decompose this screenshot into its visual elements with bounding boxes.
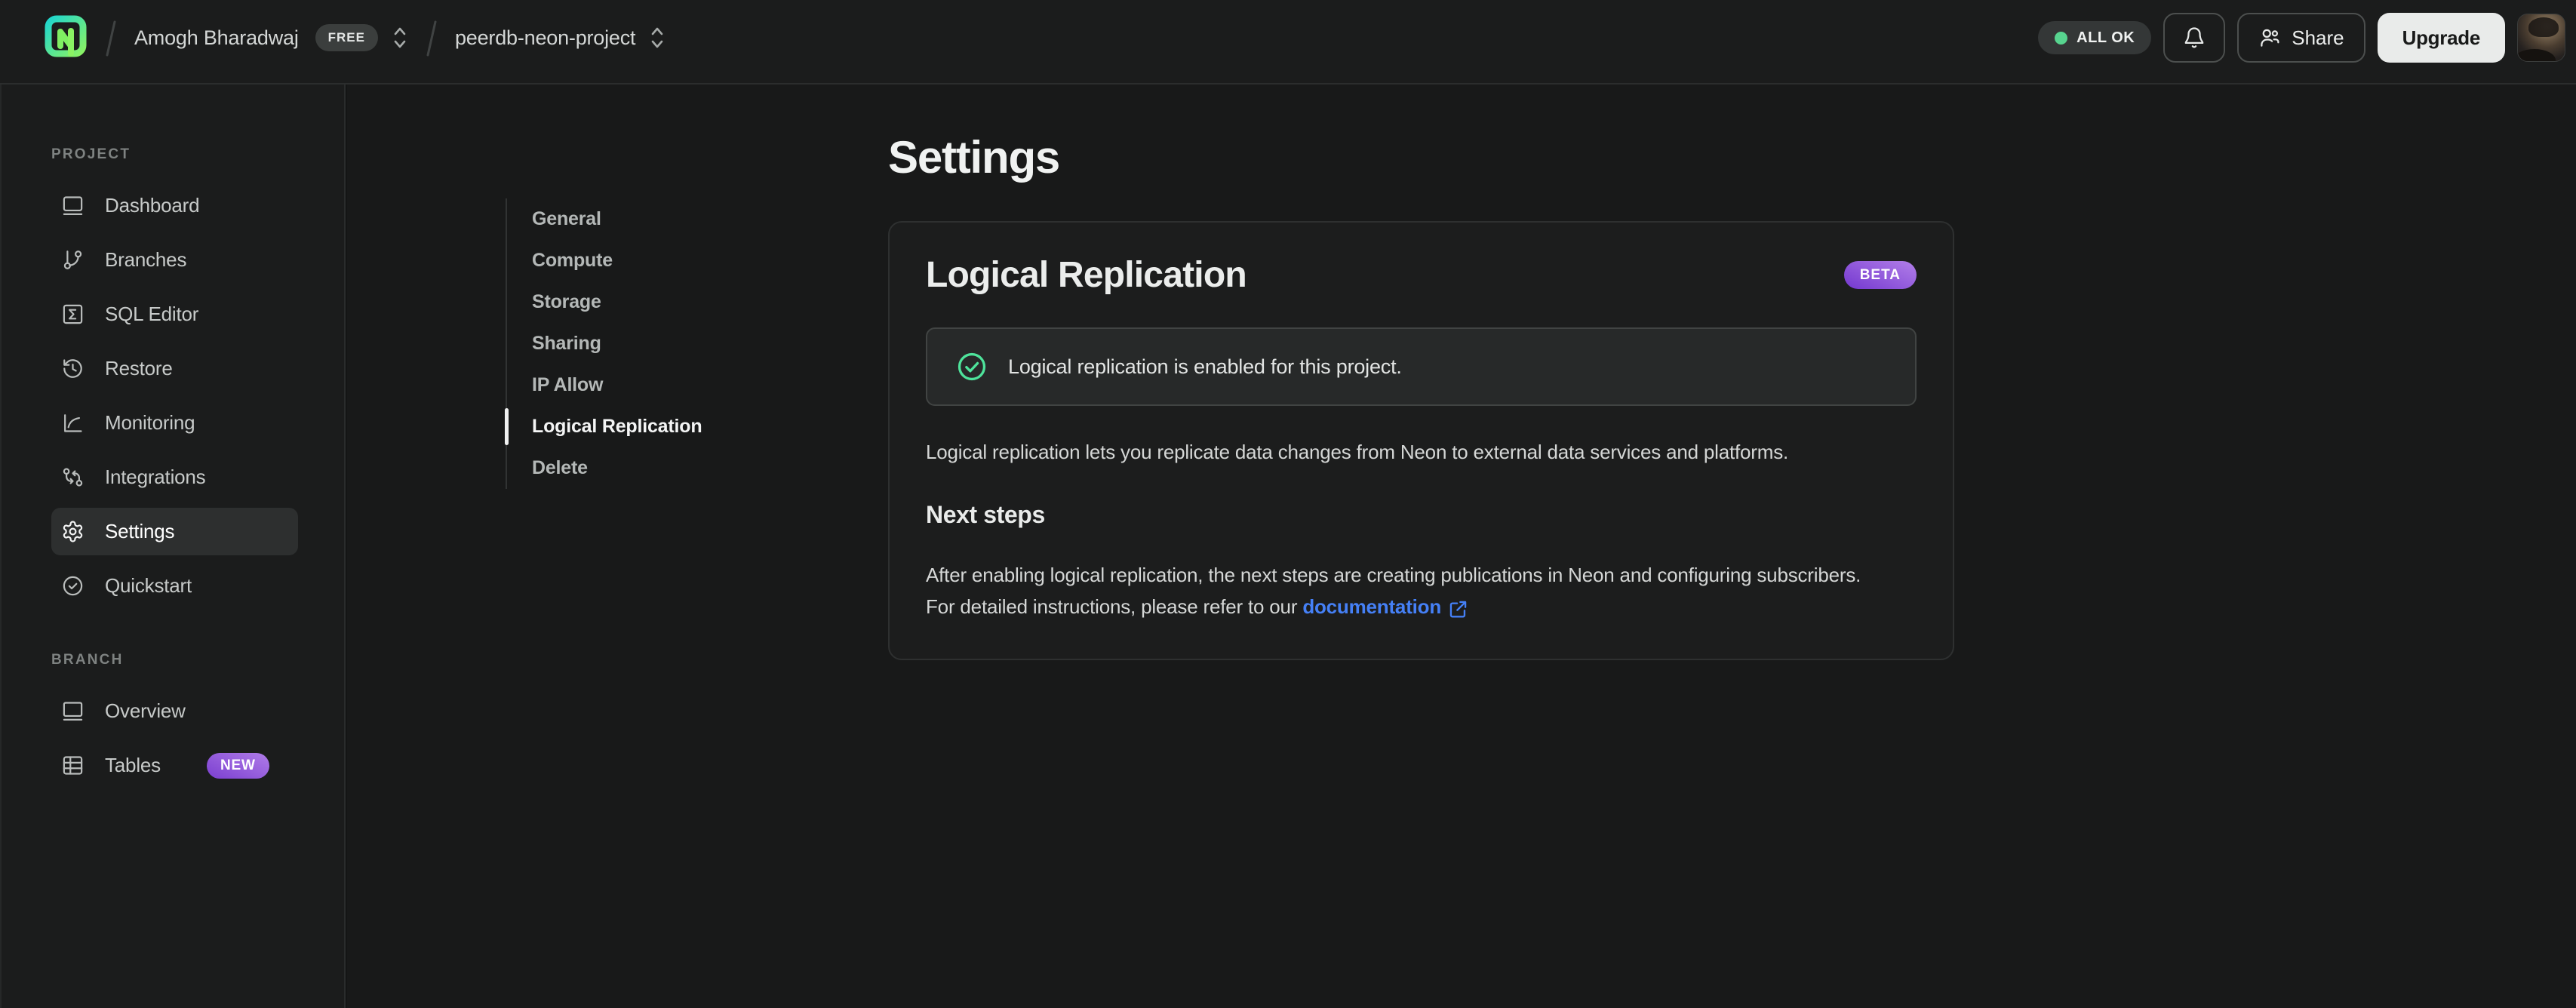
sidebar-item-tables[interactable]: Tables NEW bbox=[51, 742, 298, 789]
table-icon bbox=[63, 756, 83, 775]
sidebar-item-label: SQL Editor bbox=[105, 303, 199, 325]
sidebar-item-branches[interactable]: Branches bbox=[51, 236, 298, 284]
sidebar-section-project: PROJECT bbox=[51, 146, 131, 162]
sidebar-item-sql-editor[interactable]: SQL Editor bbox=[51, 290, 298, 338]
description-text: Logical replication lets you replicate d… bbox=[926, 441, 1789, 463]
org-name[interactable]: Amogh Bharadwaj bbox=[134, 26, 299, 50]
sidebar-item-label: Settings bbox=[105, 520, 175, 542]
sidebar-item-settings[interactable]: Settings bbox=[51, 508, 298, 555]
next-steps-text: After enabling logical replication, the … bbox=[926, 559, 1861, 622]
sidebar-item-label: Branches bbox=[105, 248, 187, 271]
sidebar-item-restore[interactable]: Restore bbox=[51, 345, 298, 392]
integrations-icon bbox=[63, 468, 83, 487]
alert-text: Logical replication is enabled for this … bbox=[1008, 355, 1402, 378]
sidebar-item-overview[interactable]: Overview bbox=[51, 687, 298, 735]
status-badge-label: ALL OK bbox=[2076, 29, 2135, 46]
top-bar: Amogh Bharadwaj FREE peerdb-neon-project… bbox=[0, 0, 2576, 85]
settings-subnav: General Compute Storage Sharing IP Allow… bbox=[504, 198, 702, 489]
breadcrumb: Amogh Bharadwaj FREE peerdb-neon-project bbox=[44, 15, 666, 60]
upgrade-button-label: Upgrade bbox=[2402, 26, 2481, 49]
documentation-link[interactable]: documentation bbox=[1302, 591, 1468, 622]
sidebar-item-label: Overview bbox=[105, 699, 186, 722]
subnav-item-compute[interactable]: Compute bbox=[532, 240, 702, 281]
documentation-link-label: documentation bbox=[1302, 595, 1442, 619]
subnav-item-ip-allow[interactable]: IP Allow bbox=[532, 364, 702, 406]
plan-badge: FREE bbox=[315, 24, 378, 51]
share-users-icon bbox=[2261, 29, 2279, 47]
share-button-label: Share bbox=[2292, 26, 2344, 49]
monitoring-chart-icon bbox=[64, 414, 82, 432]
org-switcher-chevron-icon[interactable] bbox=[392, 24, 408, 51]
notifications-button[interactable] bbox=[2163, 13, 2226, 63]
neon-logo-icon[interactable] bbox=[44, 15, 88, 60]
breadcrumb-slash-icon bbox=[104, 16, 118, 60]
sidebar: PROJECT Dashboard Branches SQL Editor Re… bbox=[0, 85, 346, 1008]
upgrade-button[interactable]: Upgrade bbox=[2377, 13, 2505, 63]
next-steps-heading: Next steps bbox=[926, 501, 1045, 529]
subnav-item-delete[interactable]: Delete bbox=[532, 447, 702, 489]
sidebar-item-label: Restore bbox=[105, 357, 173, 380]
sidebar-item-label: Monitoring bbox=[105, 411, 195, 434]
git-branch-icon bbox=[63, 250, 82, 269]
subnav-item-logical-replication[interactable]: Logical Replication bbox=[504, 406, 702, 447]
sidebar-item-label: Quickstart bbox=[105, 574, 192, 597]
external-link-icon bbox=[1449, 601, 1467, 618]
status-badge[interactable]: ALL OK bbox=[2038, 21, 2152, 54]
sidebar-item-label: Tables bbox=[105, 754, 161, 776]
logical-replication-card: Logical Replication BETA Logical replica… bbox=[888, 221, 1954, 661]
user-avatar[interactable] bbox=[2517, 14, 2565, 62]
check-circle-icon bbox=[958, 352, 986, 381]
subnav-item-sharing[interactable]: Sharing bbox=[532, 323, 702, 364]
sidebar-item-quickstart[interactable]: Quickstart bbox=[51, 562, 298, 610]
beta-badge: BETA bbox=[1843, 261, 1917, 289]
new-badge: NEW bbox=[206, 752, 269, 779]
project-switcher-chevron-icon[interactable] bbox=[649, 24, 666, 51]
card-header: Logical Replication BETA bbox=[926, 254, 1917, 296]
sidebar-section-branch: BRANCH bbox=[51, 652, 124, 668]
sidebar-item-integrations[interactable]: Integrations bbox=[51, 453, 298, 501]
sql-editor-icon bbox=[63, 304, 83, 324]
sidebar-item-dashboard[interactable]: Dashboard bbox=[51, 182, 298, 229]
sidebar-item-monitoring[interactable]: Monitoring bbox=[51, 399, 298, 447]
topbar-actions: ALL OK Share Upgrade bbox=[2038, 13, 2565, 63]
overview-icon bbox=[63, 702, 83, 721]
subnav-item-general[interactable]: General bbox=[532, 198, 702, 240]
success-alert: Logical replication is enabled for this … bbox=[926, 327, 1917, 406]
status-dot-icon bbox=[2055, 31, 2068, 45]
subnav-item-storage[interactable]: Storage bbox=[532, 281, 702, 323]
main-content: Settings Logical Replication BETA Logica… bbox=[888, 85, 1954, 661]
sidebar-item-label: Dashboard bbox=[105, 194, 200, 217]
breadcrumb-slash-icon bbox=[425, 16, 438, 60]
project-name[interactable]: peerdb-neon-project bbox=[455, 26, 636, 50]
bell-icon bbox=[2184, 27, 2204, 48]
dashboard-icon bbox=[63, 196, 83, 215]
sidebar-item-label: Integrations bbox=[105, 466, 206, 488]
restore-history-icon bbox=[63, 359, 82, 378]
share-button[interactable]: Share bbox=[2237, 13, 2365, 63]
gear-icon bbox=[63, 521, 83, 542]
page-title: Settings bbox=[888, 132, 1060, 183]
check-circle-icon bbox=[63, 576, 83, 596]
card-title: Logical Replication bbox=[926, 255, 1247, 295]
